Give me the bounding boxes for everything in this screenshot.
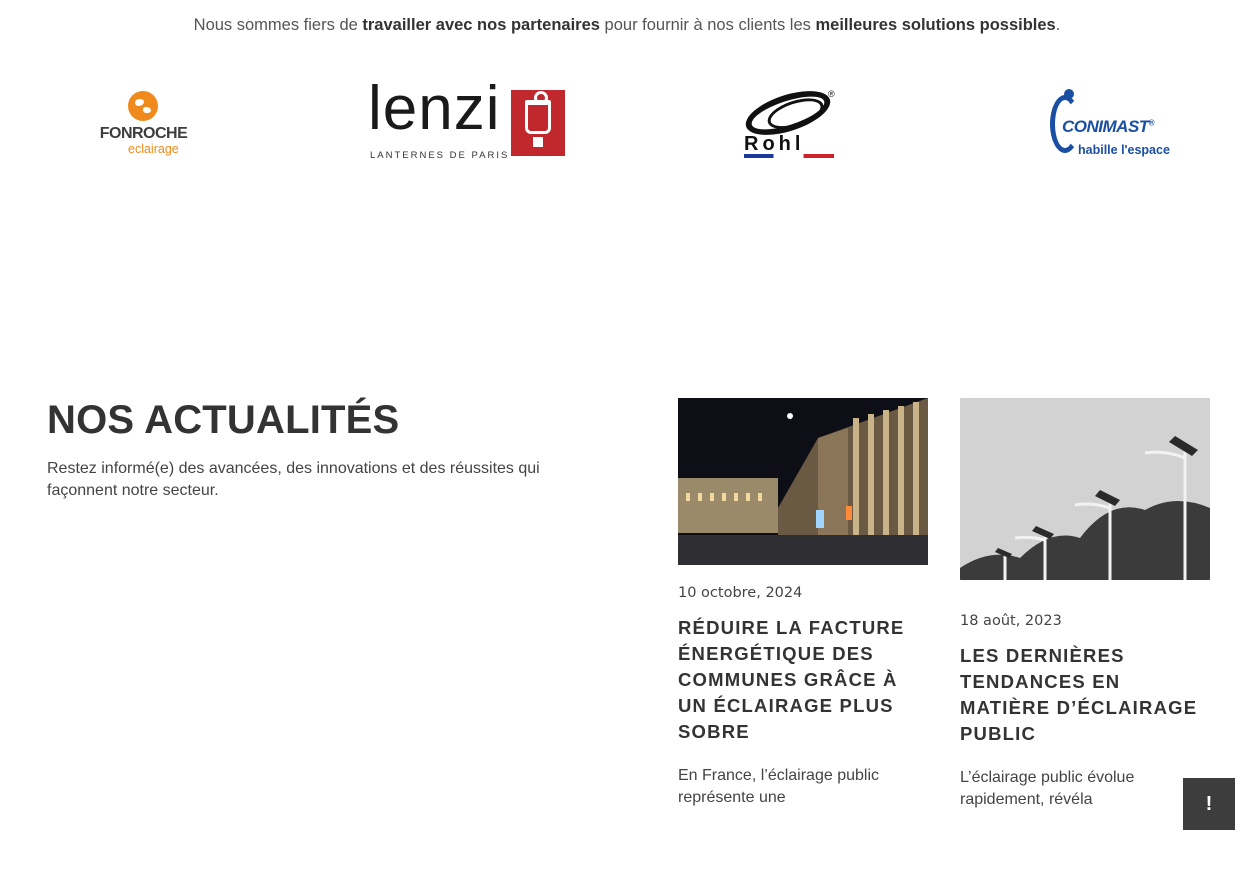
conimast-logo[interactable]: CONIMAST® habille l'espace [1048,87,1178,161]
fonroche-logo[interactable]: FONROCHE eclairage [96,91,196,161]
lenzi-name: lenzi [368,74,501,143]
rohl-registered: ® [828,89,835,99]
article-date: 10 octobre, 2024 [678,585,803,601]
article-card[interactable]: 10 octobre, 2024 RÉDUIRE LA FACTURE ÉNER… [678,398,928,809]
alert-button[interactable]: ! [1183,778,1235,830]
conimast-dot [1064,89,1074,99]
lantern-icon [511,90,565,156]
news-title: NOS ACTUALITÉS [47,398,400,442]
intro-text-3: . [1055,16,1061,34]
intro-bold-1: travailler avec nos partenaires [362,16,600,34]
flag-stripe [744,154,834,158]
article-card[interactable]: 18 août, 2023 LES DERNIÈRES TENDANCES EN… [960,398,1210,811]
rohl-name: Rohl [744,133,805,155]
solar-street-lights-photo[interactable] [960,398,1210,580]
rohl-logo[interactable]: ® Rohl [740,82,840,159]
partners-intro: Nous sommes fiers de travailler avec nos… [0,16,1254,35]
night-city-street-photo[interactable] [678,398,928,565]
partner-logos: FONROCHE eclairage lenzi LANTERNES DE PA… [0,78,1254,165]
article-excerpt: L’éclairage public évolue rapidement, ré… [960,769,1135,808]
article-excerpt: En France, l’éclairage public représente… [678,767,879,806]
fonroche-sub: eclairage [128,142,179,156]
lenzi-logo[interactable]: lenzi LANTERNES DE PARIS [368,78,566,161]
intro-text-2: pour fournir à nos clients les [599,16,816,34]
article-title[interactable]: RÉDUIRE LA FACTURE ÉNERGÉTIQUE DES COMMU… [678,615,928,745]
conimast-tagline: habille l'espace [1078,143,1170,157]
intro-bold-2: meilleures solutions possibles [815,16,1056,34]
news-subtitle: Restez informé(e) des avancées, des inno… [47,460,540,499]
lenzi-tagline: LANTERNES DE PARIS [370,150,510,161]
intro-text-1: Nous sommes fiers de [193,16,363,34]
article-title[interactable]: LES DERNIÈRES TENDANCES EN MATIÈRE D’ÉCL… [960,643,1210,747]
article-date: 18 août, 2023 [960,613,1062,629]
fonroche-name: FONROCHE [99,125,188,142]
conimast-name: CONIMAST® [1062,117,1155,136]
globe-icon [128,91,158,121]
